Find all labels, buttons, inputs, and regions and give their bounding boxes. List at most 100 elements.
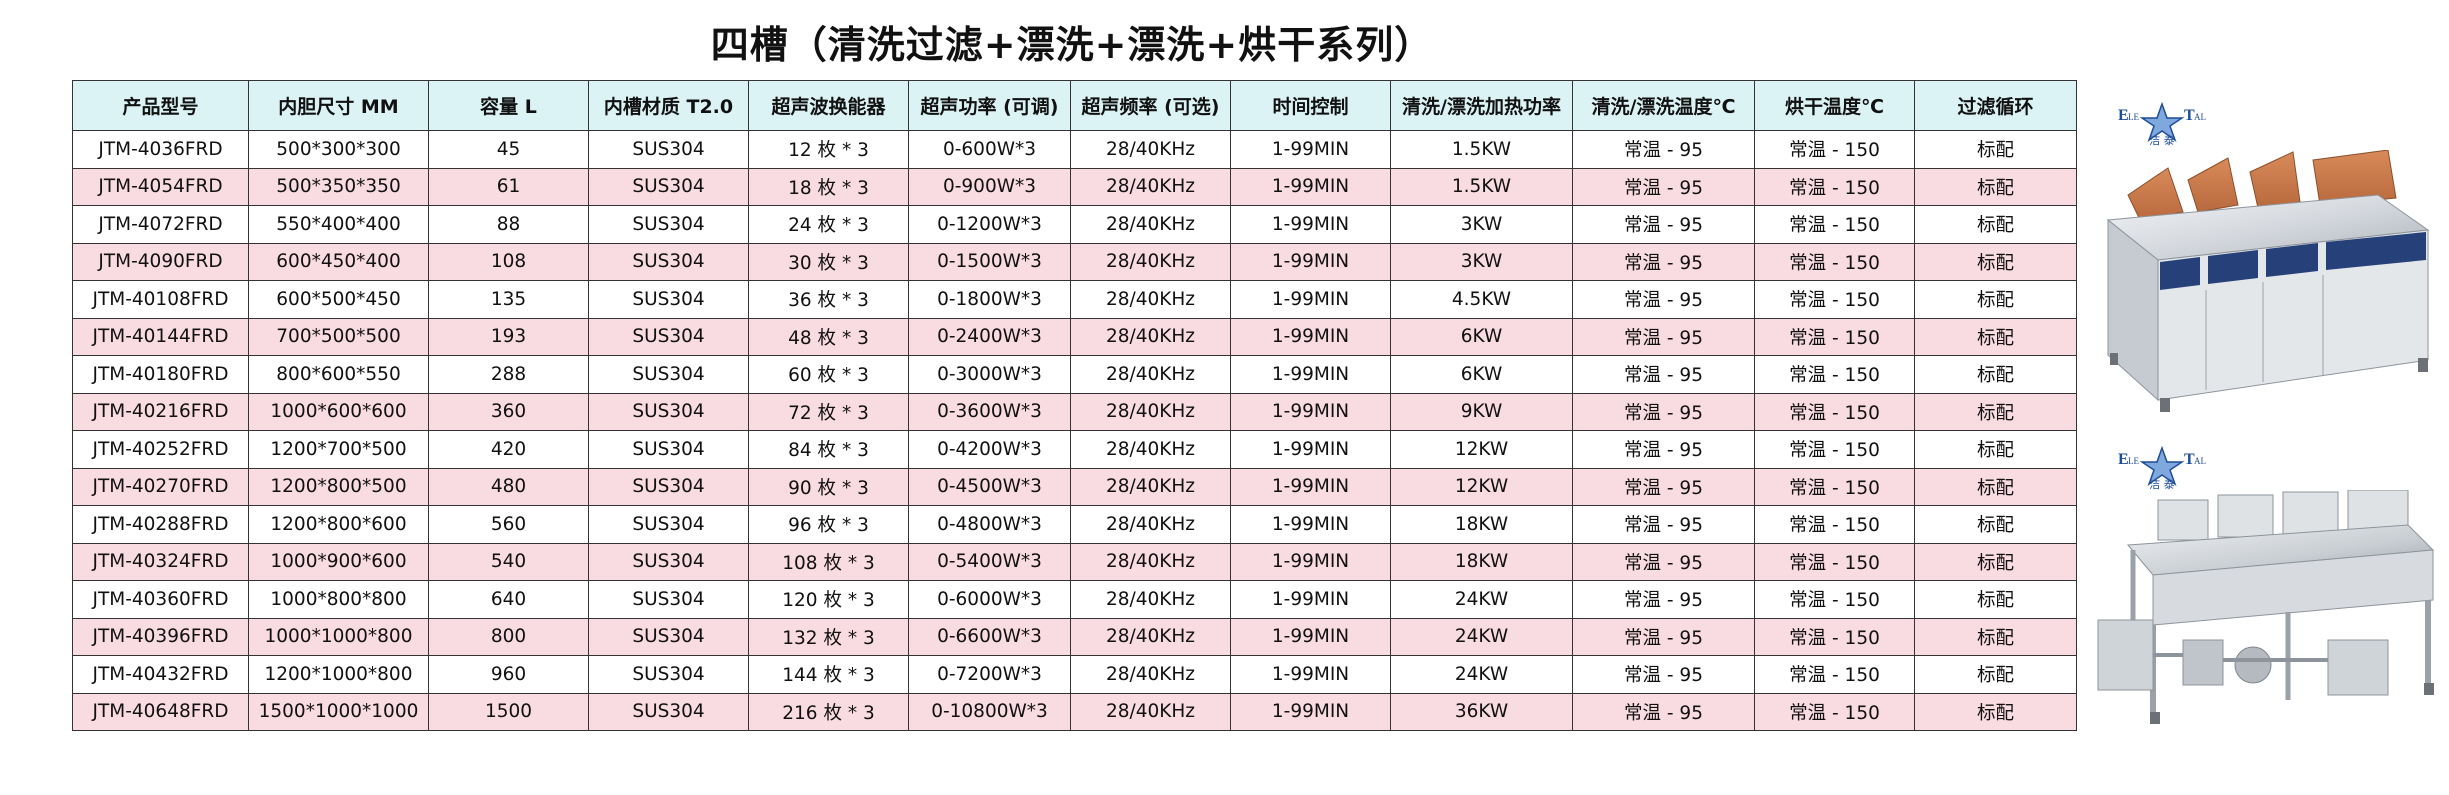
table-cell: 12 枚 * 3: [748, 130, 909, 169]
table-cell: SUS304: [588, 617, 749, 656]
table-cell: JTM-40180FRD: [72, 355, 249, 394]
table-cell: 1-99MIN: [1230, 430, 1391, 469]
table-cell: 0-4200W*3: [908, 430, 1071, 469]
table-cell: 常温 - 150: [1754, 430, 1915, 469]
table-cell: 30 枚 * 3: [748, 242, 909, 281]
table-cell: 常温 - 150: [1754, 205, 1915, 244]
column-header: 超声频率 (可选): [1070, 80, 1231, 131]
table-cell: SUS304: [588, 130, 749, 169]
table-cell: 常温 - 150: [1754, 617, 1915, 656]
table-cell: 132 枚 * 3: [748, 617, 909, 656]
table-cell: 0-5400W*3: [908, 542, 1071, 581]
table-cell: 0-7200W*3: [908, 655, 1071, 694]
table-body: JTM-4036FRD 500*300*300 45 SUS304 12 枚 * 3 0-…: [72, 130, 2077, 731]
table-row: JTM-40144FRD 700*500*500 193 SUS304 48 枚 * 3…: [72, 317, 2077, 356]
brand-mark-right-sub: AL: [2194, 456, 2206, 466]
table-cell: SUS304: [588, 467, 749, 506]
table-cell: JTM-4054FRD: [72, 167, 249, 206]
table-row: JTM-4072FRD 550*400*400 88 SUS304 24 枚 * 3 0-…: [72, 205, 2077, 244]
table-cell: 常温 - 150: [1754, 542, 1915, 581]
brand-name: 洁 泰: [2149, 477, 2175, 490]
table-cell: 1-99MIN: [1230, 355, 1391, 394]
table-cell: 600*450*400: [248, 242, 429, 281]
table-cell: 标配: [1914, 392, 2077, 431]
table-row: JTM-40108FRD 600*500*450 135 SUS304 36 枚 * 3…: [72, 280, 2077, 319]
table-cell: SUS304: [588, 205, 749, 244]
table-cell: 1-99MIN: [1230, 280, 1391, 319]
table-cell: JTM-4090FRD: [72, 242, 249, 281]
table-cell: SUS304: [588, 542, 749, 581]
table-cell: 1-99MIN: [1230, 167, 1391, 206]
page-title: 四槽（清洗过滤+漂洗+漂洗+烘干系列）: [710, 23, 1434, 67]
table-cell: 9KW: [1390, 392, 1573, 431]
table-cell: JTM-40432FRD: [72, 655, 249, 694]
table-cell: 36 枚 * 3: [748, 280, 909, 319]
table-cell: SUS304: [588, 355, 749, 394]
column-header: 清洗/漂洗加热功率: [1390, 80, 1573, 131]
table-cell: 48 枚 * 3: [748, 317, 909, 356]
table-cell: 常温 - 95: [1572, 655, 1755, 694]
table-cell: 88: [428, 205, 589, 244]
table-cell: 216 枚 * 3: [748, 692, 909, 731]
table-cell: 108: [428, 242, 589, 281]
table-cell: 96 枚 * 3: [748, 505, 909, 544]
table-cell: 常温 - 150: [1754, 655, 1915, 694]
table-cell: 0-1500W*3: [908, 242, 1071, 281]
table-cell: 108 枚 * 3: [748, 542, 909, 581]
table-cell: 28/40KHz: [1070, 467, 1231, 506]
table-cell: 28/40KHz: [1070, 392, 1231, 431]
column-header: 烘干温度℃: [1754, 80, 1915, 131]
table-cell: 28/40KHz: [1070, 242, 1231, 281]
table-cell: 常温 - 95: [1572, 430, 1755, 469]
table-cell: 61: [428, 167, 589, 206]
table-cell: 500*300*300: [248, 130, 429, 169]
table-cell: 28/40KHz: [1070, 692, 1231, 731]
table-cell: 0-4800W*3: [908, 505, 1071, 544]
brand-mark-left-sub: LE: [2128, 456, 2139, 466]
table-cell: 135: [428, 280, 589, 319]
table-cell: 36KW: [1390, 692, 1573, 731]
table-cell: 1-99MIN: [1230, 242, 1391, 281]
table-cell: 1-99MIN: [1230, 392, 1391, 431]
table-cell: 常温 - 95: [1572, 692, 1755, 731]
table-cell: 28/40KHz: [1070, 580, 1231, 619]
table-cell: 1-99MIN: [1230, 655, 1391, 694]
table-header-row: 产品型号 内胆尺寸 MM 容量 L 内槽材质 T2.0 超声波换能器 超声功率 (可调) 超…: [72, 80, 2077, 131]
table-cell: 1000*600*600: [248, 392, 429, 431]
table-cell: 1000*800*800: [248, 580, 429, 619]
table-cell: 常温 - 95: [1572, 617, 1755, 656]
table-cell: JTM-40270FRD: [72, 467, 249, 506]
table-row: JTM-40270FRD 1200*800*500 480 SUS304 90 枚 * …: [72, 467, 2077, 506]
table-cell: 45: [428, 130, 589, 169]
table-cell: 常温 - 95: [1572, 542, 1755, 581]
table-row: JTM-40216FRD 1000*600*600 360 SUS304 72 枚 * …: [72, 392, 2077, 431]
table-cell: 0-3000W*3: [908, 355, 1071, 394]
table-cell: JTM-4036FRD: [72, 130, 249, 169]
table-cell: SUS304: [588, 580, 749, 619]
table-cell: 常温 - 95: [1572, 355, 1755, 394]
table-cell: 1-99MIN: [1230, 467, 1391, 506]
table-cell: 28/40KHz: [1070, 130, 1231, 169]
table-cell: SUS304: [588, 242, 749, 281]
table-row: JTM-40360FRD 1000*800*800 640 SUS304 120 枚 *…: [72, 580, 2077, 619]
table-cell: 常温 - 150: [1754, 505, 1915, 544]
table-cell: 1500*1000*1000: [248, 692, 429, 731]
table-cell: 0-1800W*3: [908, 280, 1071, 319]
table-cell: SUS304: [588, 430, 749, 469]
table-cell: 常温 - 150: [1754, 692, 1915, 731]
table-row: JTM-40252FRD 1200*700*500 420 SUS304 84 枚 * …: [72, 430, 2077, 469]
table-cell: SUS304: [588, 505, 749, 544]
table-cell: 480: [428, 467, 589, 506]
table-cell: JTM-40144FRD: [72, 317, 249, 356]
table-cell: 420: [428, 430, 589, 469]
table-cell: 标配: [1914, 317, 2077, 356]
table-cell: 常温 - 95: [1572, 167, 1755, 206]
column-header: 过滤循环: [1914, 80, 2077, 131]
table-row: JTM-4090FRD 600*450*400 108 SUS304 30 枚 * 30…: [72, 242, 2077, 281]
table-cell: 18 枚 * 3: [748, 167, 909, 206]
table-cell: 常温 - 95: [1572, 505, 1755, 544]
table-cell: 标配: [1914, 430, 2077, 469]
table-cell: 28/40KHz: [1070, 542, 1231, 581]
table-cell: 120 枚 * 3: [748, 580, 909, 619]
table-cell: 800: [428, 617, 589, 656]
